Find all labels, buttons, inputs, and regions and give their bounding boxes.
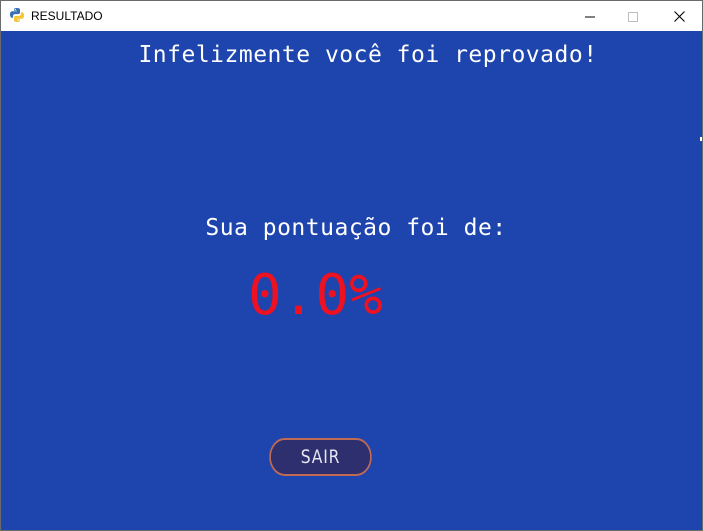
title-bar[interactable]: RESULTADO (1, 1, 702, 31)
result-window: RESULTADO Infelizmente você foi reprovad… (0, 0, 703, 531)
maximize-icon (628, 7, 638, 26)
result-heading: Infelizmente você foi reprovado! (138, 42, 598, 68)
window-title: RESULTADO (31, 9, 103, 23)
python-icon (9, 7, 25, 23)
maximize-button[interactable] (610, 1, 656, 31)
edge-marker (700, 137, 702, 141)
result-panel: Infelizmente você foi reprovado! Sua pon… (1, 31, 702, 530)
close-button[interactable] (656, 1, 702, 31)
score-label: Sua pontuação foi de: (205, 215, 507, 241)
minimize-button[interactable] (567, 1, 613, 31)
minimize-icon (585, 7, 595, 26)
score-value: 0.0% (248, 263, 383, 328)
close-icon (673, 7, 685, 26)
exit-button[interactable]: SAIR (269, 438, 372, 476)
